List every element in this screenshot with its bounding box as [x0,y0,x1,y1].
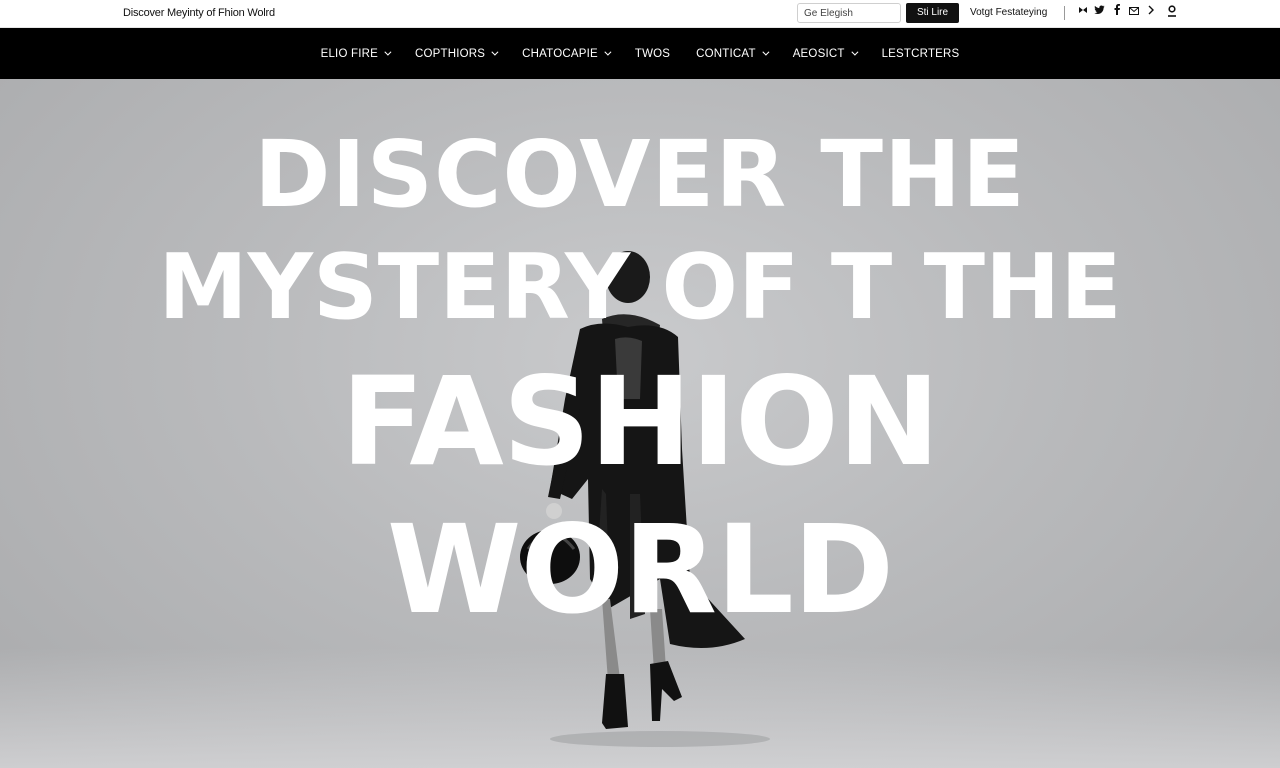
hero-line-1: DISCOVER THE [254,121,1026,228]
bird-icon[interactable] [1074,4,1091,22]
nav-item-twos[interactable]: TWOS [622,28,683,79]
chevron-right-icon[interactable] [1142,4,1159,22]
hero-section: DISCOVER THE MYSTERY OF T THE FASHION WO… [0,79,1280,768]
chevron-down-icon [604,48,612,56]
signup-button[interactable]: Sti Lire [906,3,959,23]
nav-item-chatocapie[interactable]: CHATOCAPIE [509,28,622,79]
utility-bar: Discover Meyinty of Fhion Wolrd Sti Lire… [0,0,1280,28]
search-input[interactable] [797,3,901,23]
chevron-down-icon [491,48,499,56]
site-title[interactable]: Discover Meyinty of Fhion Wolrd [123,7,275,19]
nav-item-conticat[interactable]: CONTICAT [683,28,780,79]
nav-item-elio-fire[interactable]: ELIO FIRE [308,28,402,79]
divider [1064,6,1065,20]
nav-item-copthiors[interactable]: COPTHIORS [402,28,509,79]
chevron-down-icon [384,48,392,56]
nav-item-lestcrters[interactable]: LESTCRTERS [869,28,973,79]
facebook-icon[interactable] [1108,4,1125,22]
twitter-icon[interactable] [1091,4,1108,22]
chevron-down-icon [850,48,859,56]
fashion-model-image [520,251,770,747]
user-icon[interactable] [1164,4,1180,22]
chevron-down-icon [762,48,770,56]
nav-item-aeosict[interactable]: AEOSICT [780,28,869,79]
tagline: Votgt Festateying [970,7,1048,18]
main-nav: ELIO FIRE COPTHIORS CHATOCAPIE TWOS CONT… [0,28,1280,79]
mail-icon[interactable] [1125,4,1142,22]
social-links [1074,4,1159,22]
nav-list: ELIO FIRE COPTHIORS CHATOCAPIE TWOS CONT… [0,28,1280,79]
